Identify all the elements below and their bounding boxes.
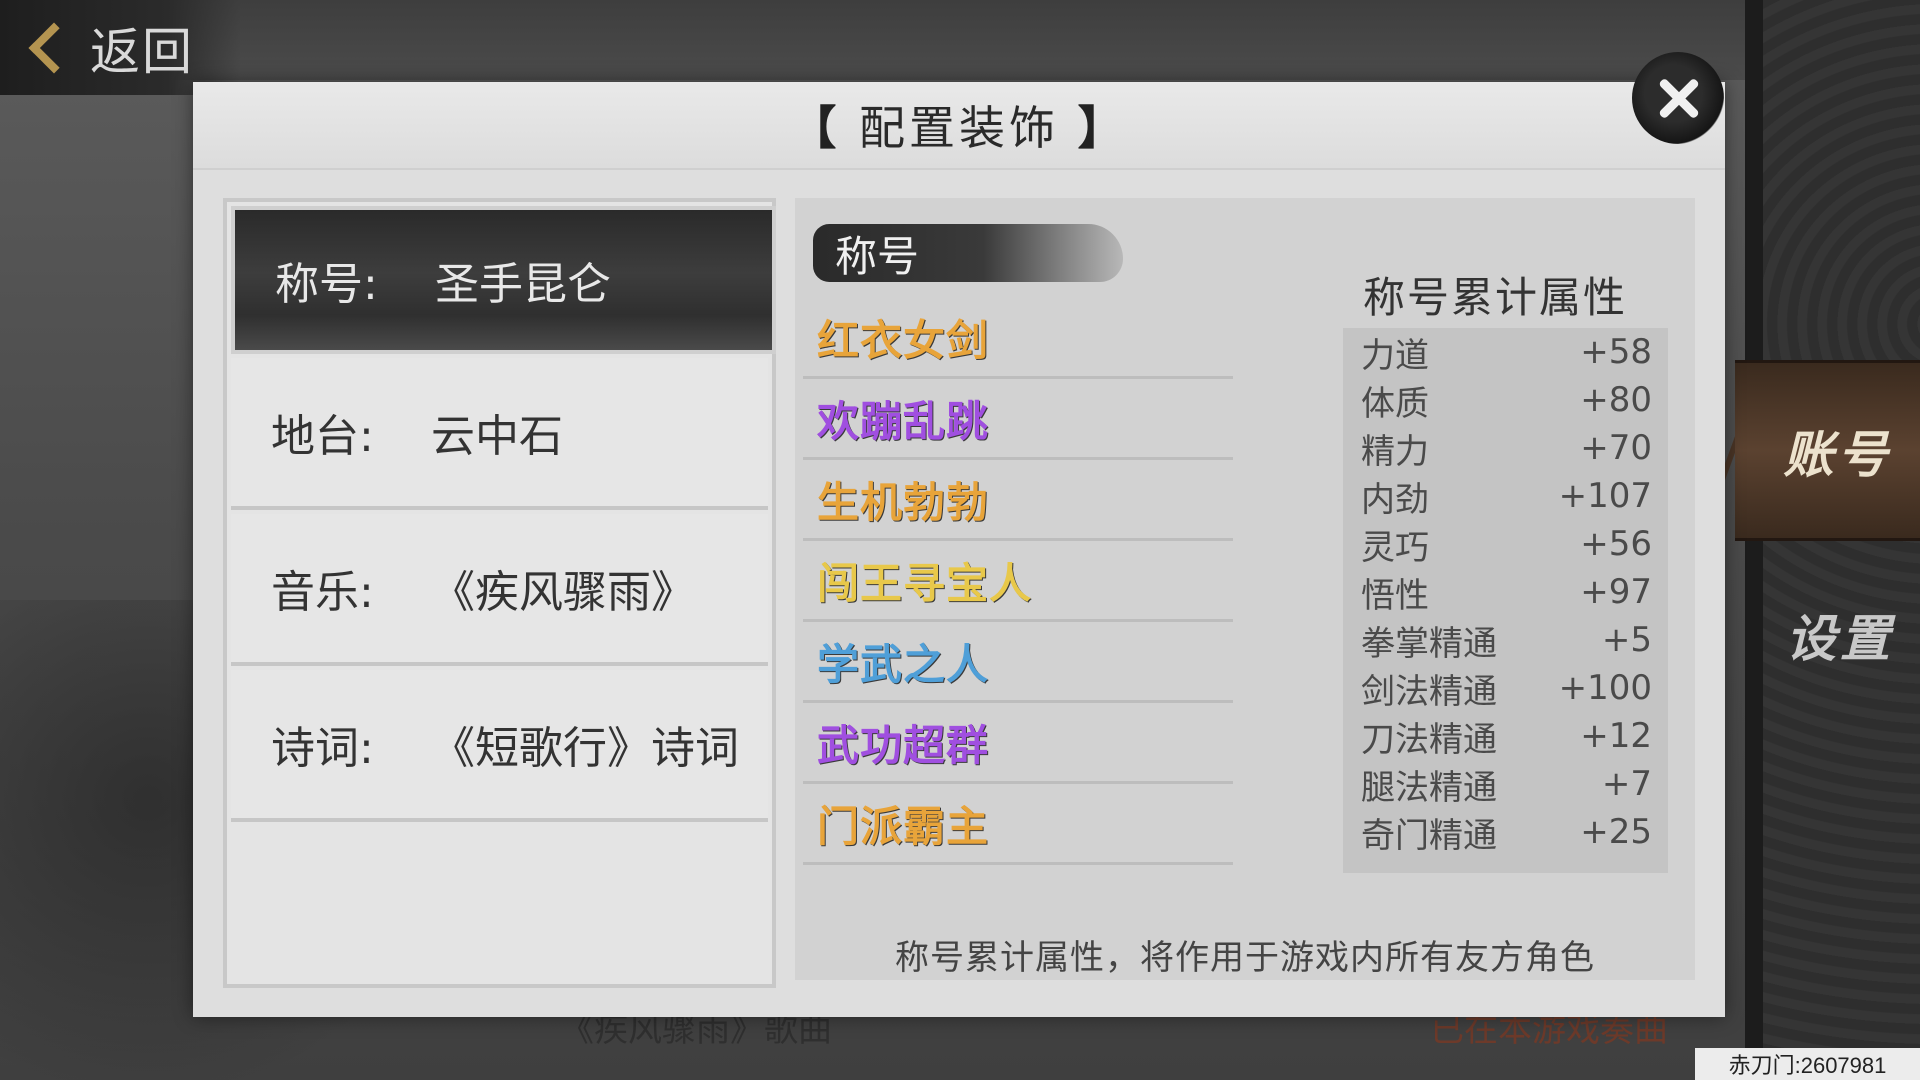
attribute-value: +7 <box>1601 764 1652 804</box>
attribute-row: 腿法精通 +7 <box>1343 760 1668 808</box>
dialog-title-wrap: 【 配置装饰 】 <box>790 92 1127 158</box>
attribute-value: +70 <box>1580 428 1652 468</box>
title-name: 红衣女剑 <box>817 315 990 365</box>
title-list-item[interactable]: 门派霸主 <box>803 784 1233 865</box>
attribute-value: +25 <box>1580 812 1652 852</box>
attribute-value: +56 <box>1580 524 1652 564</box>
attribute-name: 灵巧 <box>1361 527 1429 568</box>
slot-label: 地台: <box>271 411 374 462</box>
back-label: 返回 <box>90 22 194 81</box>
attribute-value: +80 <box>1580 380 1652 420</box>
slot-value: 《短歌行》诗词 <box>431 723 739 774</box>
title-selection-panel: 称号 红衣女剑欢蹦乱跳生机勃勃闯王寻宝人学武之人武功超群门派霸主名令天下 称号累… <box>795 198 1695 980</box>
attribute-row: 精力 +70 <box>1343 424 1668 472</box>
slot-value: 云中石 <box>431 411 563 462</box>
dialog-title: 配置装饰 <box>859 101 1059 155</box>
slot-poem[interactable]: 诗词: 《短歌行》诗词 <box>231 670 768 822</box>
tab-account[interactable]: 账号 <box>1735 360 1920 541</box>
attribute-name: 悟性 <box>1361 575 1429 616</box>
title-list-item[interactable]: 名令天下 <box>803 865 1233 868</box>
title-list-item[interactable]: 生机勃勃 <box>803 460 1233 541</box>
title-name: 欢蹦乱跳 <box>817 396 990 446</box>
title-bracket-right: 】 <box>1077 101 1128 155</box>
attribute-name: 拳掌精通 <box>1361 623 1497 664</box>
title-list-item[interactable]: 学武之人 <box>803 622 1233 703</box>
attribute-name: 精力 <box>1361 431 1429 472</box>
title-bracket-left: 【 <box>790 101 841 155</box>
back-button[interactable]: 返回 <box>0 0 240 95</box>
title-name: 生机勃勃 <box>817 477 990 527</box>
tab-settings[interactable]: 设置 <box>1760 580 1920 690</box>
attribute-value: +12 <box>1580 716 1652 756</box>
attribute-value: +100 <box>1558 668 1652 708</box>
attribute-value: +97 <box>1580 572 1652 612</box>
tab-settings-label: 设置 <box>1786 610 1894 668</box>
attribute-row: 力道 +58 <box>1343 328 1668 376</box>
slot-value: 圣手昆仑 <box>435 259 611 310</box>
attribute-heading: 称号累计属性 <box>1362 273 1627 322</box>
attribute-name: 力道 <box>1361 335 1429 376</box>
game-screen: 返回 账号 设置 《疾风骤雨》歌曲 已在本游戏奏曲 【 配置装饰 】 称号: 圣… <box>0 0 1920 1080</box>
title-list-item[interactable]: 红衣女剑 <box>803 298 1233 379</box>
title-name: 门派霸主 <box>817 801 990 851</box>
attribute-name: 腿法精通 <box>1361 767 1497 808</box>
attribute-row: 体质 +80 <box>1343 376 1668 424</box>
slot-label: 称号: <box>275 259 378 310</box>
tab-account-label: 账号 <box>1783 425 1892 484</box>
title-name: 学武之人 <box>817 639 990 689</box>
section-label: 称号 <box>835 231 920 281</box>
title-name: 闯王寻宝人 <box>817 558 1033 608</box>
player-id-badge: 赤刀门:2607981 <box>1695 1048 1920 1080</box>
attribute-row: 内劲 +107 <box>1343 472 1668 520</box>
slot-label: 诗词: <box>271 723 374 774</box>
title-list[interactable]: 红衣女剑欢蹦乱跳生机勃勃闯王寻宝人学武之人武功超群门派霸主名令天下 <box>803 298 1233 868</box>
attribute-name: 内劲 <box>1361 479 1429 520</box>
attribute-value: +107 <box>1558 476 1652 516</box>
footer-note: 称号累计属性，将作用于游戏内所有友方角色 <box>895 938 1595 978</box>
attribute-row: 奇门精通 +25 <box>1343 808 1668 856</box>
decoration-config-dialog: 【 配置装饰 】 称号: 圣手昆仑 地台: 云中石 音乐: 《疾风骤雨》 诗词:… <box>193 82 1725 1017</box>
attribute-name: 奇门精通 <box>1361 815 1497 856</box>
slot-value: 《疾风骤雨》 <box>431 567 695 618</box>
attribute-value: +5 <box>1601 620 1652 660</box>
title-list-item[interactable]: 武功超群 <box>803 703 1233 784</box>
equipped-slots-panel: 称号: 圣手昆仑 地台: 云中石 音乐: 《疾风骤雨》 诗词: 《短歌行》诗词 <box>223 198 776 988</box>
close-icon[interactable] <box>1632 52 1724 144</box>
top-strip <box>0 0 1750 80</box>
attribute-row: 悟性 +97 <box>1343 568 1668 616</box>
attribute-row: 灵巧 +56 <box>1343 520 1668 568</box>
attribute-list: 力道 +58 体质 +80 精力 +70 内劲 +107 灵巧 +56 悟性 +97 拳掌精通 +5 剑法精… <box>1343 328 1668 873</box>
slot-music[interactable]: 音乐: 《疾风骤雨》 <box>231 514 768 666</box>
section-header-brush: 称号 <box>813 224 1123 282</box>
attribute-value: +58 <box>1580 332 1652 372</box>
attribute-name: 体质 <box>1361 383 1429 424</box>
dialog-header: 【 配置装饰 】 <box>193 82 1725 170</box>
slot-platform[interactable]: 地台: 云中石 <box>231 358 768 510</box>
attribute-name: 刀法精通 <box>1361 719 1497 760</box>
attribute-row: 拳掌精通 +5 <box>1343 616 1668 664</box>
attribute-row: 剑法精通 +100 <box>1343 664 1668 712</box>
title-list-item[interactable]: 欢蹦乱跳 <box>803 379 1233 460</box>
slot-label: 音乐: <box>271 567 374 618</box>
attribute-row: 刀法精通 +12 <box>1343 712 1668 760</box>
slot-title[interactable]: 称号: 圣手昆仑 <box>231 206 776 354</box>
chevron-left-icon <box>28 22 80 73</box>
attribute-name: 剑法精通 <box>1361 671 1497 712</box>
title-list-item[interactable]: 闯王寻宝人 <box>803 541 1233 622</box>
title-name: 武功超群 <box>817 720 990 770</box>
